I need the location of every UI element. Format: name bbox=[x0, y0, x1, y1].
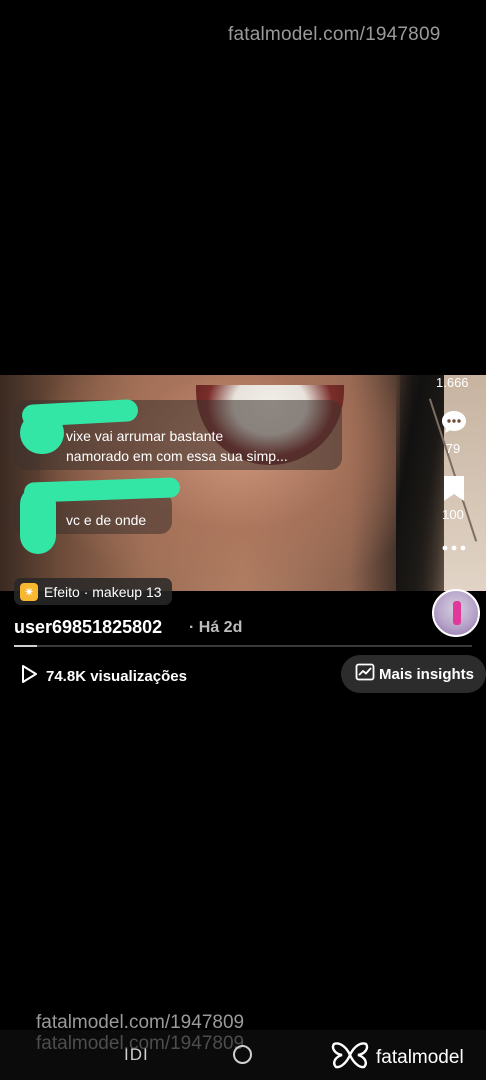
recent-apps-button[interactable]: IDI bbox=[124, 1045, 149, 1065]
comment-text-line: namorado em com essa sua simp... bbox=[66, 448, 288, 464]
effect-tag[interactable]: ✷ Efeito · makeup 13 bbox=[14, 578, 172, 605]
watermark-bottom: fatalmodel.com/1947809 bbox=[36, 1012, 245, 1033]
home-button[interactable] bbox=[233, 1045, 252, 1064]
insights-label: Mais insights bbox=[379, 665, 475, 683]
insights-button[interactable]: Mais insights bbox=[341, 655, 486, 693]
comment-text-line: vixe vai arrumar bastante bbox=[66, 428, 224, 444]
username[interactable]: user69851825802 bbox=[14, 617, 162, 638]
views-row: 74.8K visualizações bbox=[20, 664, 187, 688]
avatar-figure bbox=[453, 601, 461, 625]
brand-logo: fatalmodel bbox=[330, 1040, 464, 1076]
comment-count: 79 bbox=[445, 441, 461, 456]
watermark-top: fatalmodel.com/1947809 bbox=[228, 24, 441, 45]
redaction-scribble bbox=[20, 412, 64, 454]
comment-text-line: vc e de onde bbox=[66, 512, 147, 528]
sparkle-icon: ✷ bbox=[20, 582, 38, 601]
play-icon bbox=[20, 664, 38, 688]
video-progress-track[interactable] bbox=[14, 645, 472, 647]
bookmark-icon[interactable] bbox=[440, 474, 468, 502]
chart-icon bbox=[355, 663, 375, 685]
brand-name: fatalmodel bbox=[376, 1047, 464, 1068]
effect-label: Efeito · makeup 13 bbox=[44, 583, 162, 600]
more-options-icon[interactable] bbox=[440, 540, 468, 556]
like-count: 1.666 bbox=[436, 375, 469, 390]
comment-icon[interactable] bbox=[440, 408, 468, 436]
video-frame-hair bbox=[396, 375, 444, 591]
avatar[interactable] bbox=[432, 589, 480, 637]
butterfly-logo-icon bbox=[330, 1040, 370, 1076]
post-time: · Há 2d bbox=[189, 619, 243, 636]
views-count: 74.8K visualizações bbox=[46, 667, 187, 685]
redaction-scribble bbox=[20, 486, 56, 554]
video-progress-fill bbox=[14, 645, 37, 647]
save-count: 100 bbox=[442, 507, 464, 522]
